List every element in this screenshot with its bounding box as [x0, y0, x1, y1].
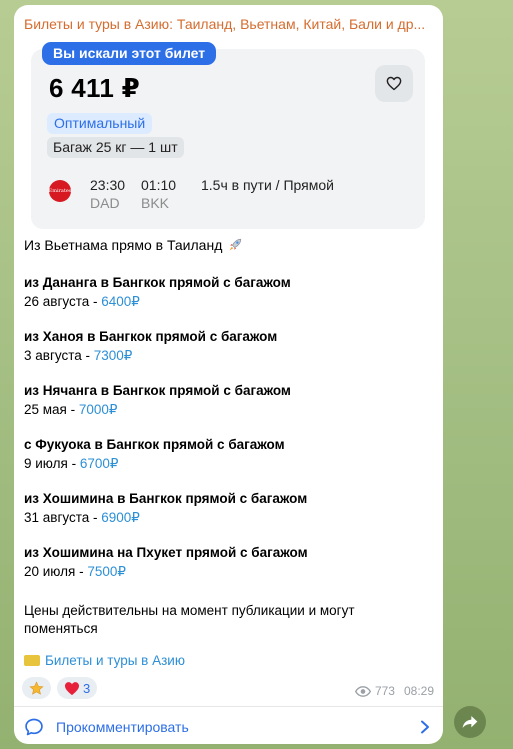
from-code: DAD [90, 195, 120, 211]
reactions-bar: 3 [22, 677, 98, 699]
favorite-button[interactable] [375, 65, 413, 102]
airline-logo: Emirates [49, 180, 71, 202]
route-item: из Ханоя в Бангкок прямой с багажом 3 ав… [24, 329, 277, 364]
route-price-link[interactable]: 6700₽ [80, 456, 119, 471]
post-intro: Из Вьетнама прямо в Таиланд [24, 237, 243, 253]
share-arrow-icon [462, 716, 478, 728]
flight-duration: 1.5ч в пути / Прямой [201, 177, 334, 193]
route-price-link[interactable]: 7000₽ [79, 402, 118, 417]
found-ticket-badge: Вы искали этот билет [42, 42, 217, 65]
star-icon [29, 680, 44, 695]
route-date: 25 мая - [24, 402, 79, 417]
reaction-heart[interactable]: 3 [57, 677, 98, 699]
view-count: 773 [374, 684, 395, 698]
flight-times: 23:30 01:10 [90, 177, 176, 193]
route-date: 20 июля - [24, 564, 88, 579]
route-date: 9 июля - [24, 456, 80, 471]
channel-link[interactable]: Билеты и туры в Азию [24, 653, 185, 668]
comment-label[interactable]: Прокомментировать [56, 719, 189, 735]
channel-title[interactable]: Билеты и туры в Азию: Таиланд, Вьетнам, … [24, 16, 434, 32]
heart-icon [65, 681, 79, 695]
route-item: из Хошимина на Пхукет прямой с багажом 2… [24, 545, 308, 580]
route-item: из Дананга в Бангкок прямой с багажом 26… [24, 275, 291, 310]
route-title: с Фукуока в Бангкок прямой с багажом [24, 437, 285, 452]
route-date-line: 26 августа - 6400₽ [24, 294, 291, 310]
arrive-time: 01:10 [141, 177, 177, 193]
route-date-line: 25 мая - 7000₽ [24, 402, 291, 418]
ticket-icon [24, 655, 40, 666]
route-price-link[interactable]: 7500₽ [87, 564, 126, 579]
tag-optimal: Оптимальный [47, 113, 153, 134]
heart-count: 3 [83, 680, 91, 696]
route-title: из Хошимина на Пхукет прямой с багажом [24, 545, 308, 560]
message-meta: 773 08:29 [354, 684, 434, 698]
route-date: 26 августа - [24, 294, 102, 309]
route-item: из Хошимина в Бангкок прямой с багажом 3… [24, 491, 307, 526]
route-date-line: 20 июля - 7500₽ [24, 564, 308, 580]
route-date-line: 9 июля - 6700₽ [24, 456, 285, 472]
route-price-link[interactable]: 7300₽ [94, 348, 133, 363]
message-time: 08:29 [403, 684, 434, 698]
comment-icon [25, 718, 43, 736]
route-price-link[interactable]: 6900₽ [101, 510, 140, 525]
to-code: BKK [141, 195, 170, 211]
price-disclaimer: Цены действительны на момент публикации … [24, 603, 355, 636]
route-date-line: 3 августа - 7300₽ [24, 348, 277, 364]
ticket-price: 6 411 ₽ [49, 73, 141, 103]
route-date-line: 31 августа - 6900₽ [24, 510, 307, 526]
comment-button[interactable]: Прокомментировать [24, 715, 434, 739]
divider [14, 706, 443, 707]
route-title: из Дананга в Бангкок прямой с багажом [24, 275, 291, 290]
airline-logo-text: Emirates [48, 188, 72, 194]
route-date: 31 августа - [24, 510, 102, 525]
post-intro-text: Из Вьетнама прямо в Таиланд [24, 237, 223, 253]
depart-time: 23:30 [90, 177, 126, 193]
chevron-right-icon [421, 720, 429, 734]
route-title: из Ханоя в Бангкок прямой с багажом [24, 329, 278, 344]
route-item: с Фукуока в Бангкок прямой с багажом 9 и… [24, 437, 285, 472]
route-title: из Хошимина в Бангкок прямой с багажом [24, 491, 308, 506]
rocket-icon [229, 238, 242, 251]
reaction-star[interactable] [22, 677, 51, 699]
route-date: 3 августа - [24, 348, 94, 363]
airport-codes: DAD BKK [90, 195, 169, 211]
heart-outline-icon [386, 76, 402, 91]
tag-baggage: Багаж 25 кг — 1 шт [47, 137, 184, 158]
message-bubble: Билеты и туры в Азию: Таиланд, Вьетнам, … [14, 5, 443, 744]
eye-icon [354, 685, 371, 697]
route-item: из Нячанга в Бангкок прямой с багажом 25… [24, 383, 291, 418]
route-title: из Нячанга в Бангкок прямой с багажом [24, 383, 291, 398]
route-price-link[interactable]: 6400₽ [101, 294, 140, 309]
share-button[interactable] [454, 706, 486, 738]
channel-link-text[interactable]: Билеты и туры в Азию [45, 653, 185, 668]
